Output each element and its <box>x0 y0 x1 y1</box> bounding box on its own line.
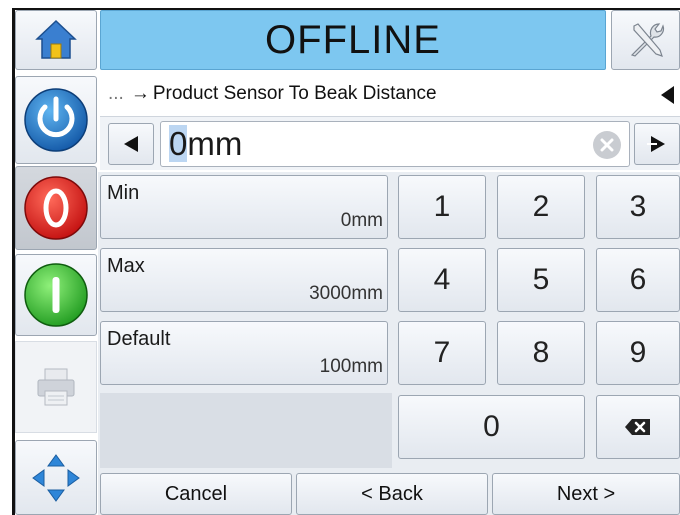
stop-icon <box>24 176 88 240</box>
value-input-row: 0mm <box>100 116 680 170</box>
breadcrumb-arrow: → <box>130 83 150 104</box>
arrow-right-icon <box>647 136 665 152</box>
breadcrumb-ellipsis: ... <box>108 83 124 104</box>
max-info: Max 3000mm <box>100 248 388 312</box>
key-9[interactable]: 9 <box>596 321 680 385</box>
min-label: Min <box>107 182 140 204</box>
page-title: OFFLINE <box>265 17 441 62</box>
status-title-bar: OFFLINE <box>100 10 606 70</box>
input-cursor-char: 0 <box>169 125 188 162</box>
key-4[interactable]: 4 <box>398 248 486 312</box>
backspace-button[interactable] <box>596 395 680 459</box>
default-info: Default 100mm <box>100 321 388 385</box>
value-input[interactable]: 0mm <box>160 121 630 167</box>
key-5[interactable]: 5 <box>497 248 585 312</box>
min-info: Min 0mm <box>100 175 388 239</box>
tools-button[interactable] <box>611 10 680 70</box>
cancel-button[interactable]: Cancel <box>100 473 292 515</box>
collapse-left-icon[interactable] <box>661 86 674 104</box>
input-value-rest: mm <box>187 125 243 162</box>
navigate-arrows-icon <box>32 453 80 502</box>
printer-icon <box>37 368 75 406</box>
home-button[interactable] <box>15 10 97 70</box>
backspace-icon <box>625 419 650 435</box>
tools-icon <box>630 23 664 57</box>
max-label: Max <box>107 255 145 277</box>
navigate-button[interactable] <box>15 440 97 515</box>
print-button[interactable] <box>15 341 97 433</box>
key-1[interactable]: 1 <box>398 175 486 239</box>
min-value: 0mm <box>340 210 383 231</box>
power-icon <box>24 88 88 152</box>
key-0[interactable]: 0 <box>398 395 585 459</box>
start-button[interactable] <box>15 254 97 336</box>
next-button[interactable]: Next > <box>492 473 680 515</box>
key-6[interactable]: 6 <box>596 248 680 312</box>
app-frame: OFFLINE ... → Product Sensor To Beak Dis… <box>12 8 680 515</box>
stop-button[interactable] <box>15 166 97 250</box>
max-value: 3000mm <box>309 283 383 304</box>
key-2[interactable]: 2 <box>497 175 585 239</box>
breadcrumb: ... → Product Sensor To Beak Distance <box>100 74 680 114</box>
default-value: 100mm <box>319 356 383 377</box>
home-icon <box>35 19 77 59</box>
key-3[interactable]: 3 <box>596 175 680 239</box>
default-label: Default <box>107 328 171 350</box>
key-7[interactable]: 7 <box>398 321 486 385</box>
clear-input-button[interactable] <box>593 131 621 159</box>
clear-icon <box>600 138 614 152</box>
power-button[interactable] <box>15 76 97 164</box>
arrow-left-icon <box>124 136 138 152</box>
breadcrumb-text: Product Sensor To Beak Distance <box>152 83 437 104</box>
cursor-right-button[interactable] <box>634 123 680 165</box>
back-button[interactable]: < Back <box>296 473 488 515</box>
start-icon <box>24 263 88 327</box>
cursor-left-button[interactable] <box>108 123 154 165</box>
key-8[interactable]: 8 <box>497 321 585 385</box>
empty-slot <box>100 393 392 468</box>
